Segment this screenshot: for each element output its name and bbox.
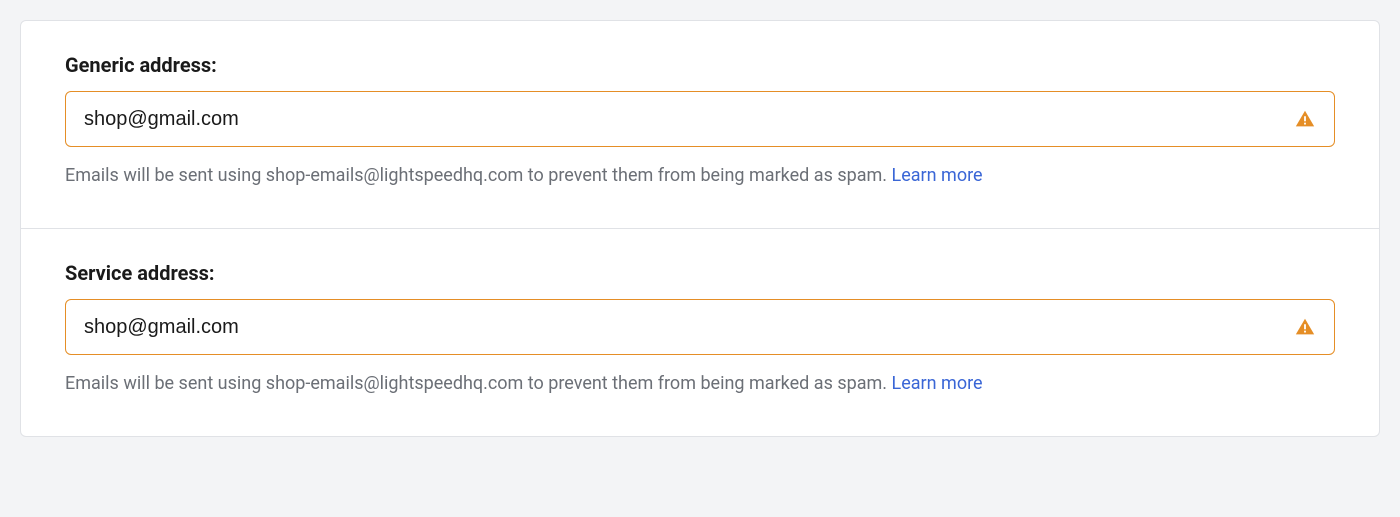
service-helper-text-row: Emails will be sent using shop-emails@li… [65, 371, 1335, 396]
service-address-input[interactable] [66, 300, 1294, 354]
generic-address-section: Generic address: Emails will be sent usi… [21, 21, 1379, 228]
generic-address-input-wrap [65, 91, 1335, 147]
warning-triangle-icon [1294, 316, 1334, 338]
generic-helper-text: Emails will be sent using shop-emails@li… [65, 165, 892, 186]
service-learn-more-link[interactable]: Learn more [892, 373, 983, 394]
service-address-label: Service address: [65, 261, 1335, 285]
service-address-input-wrap [65, 299, 1335, 355]
generic-address-input[interactable] [66, 92, 1294, 146]
service-helper-text: Emails will be sent using shop-emails@li… [65, 373, 892, 394]
generic-helper-text-row: Emails will be sent using shop-emails@li… [65, 163, 1335, 188]
generic-learn-more-link[interactable]: Learn more [892, 165, 983, 186]
warning-triangle-icon [1294, 108, 1334, 130]
email-settings-card: Generic address: Emails will be sent usi… [20, 20, 1380, 437]
generic-address-label: Generic address: [65, 53, 1335, 77]
service-address-section: Service address: Emails will be sent usi… [21, 228, 1379, 436]
